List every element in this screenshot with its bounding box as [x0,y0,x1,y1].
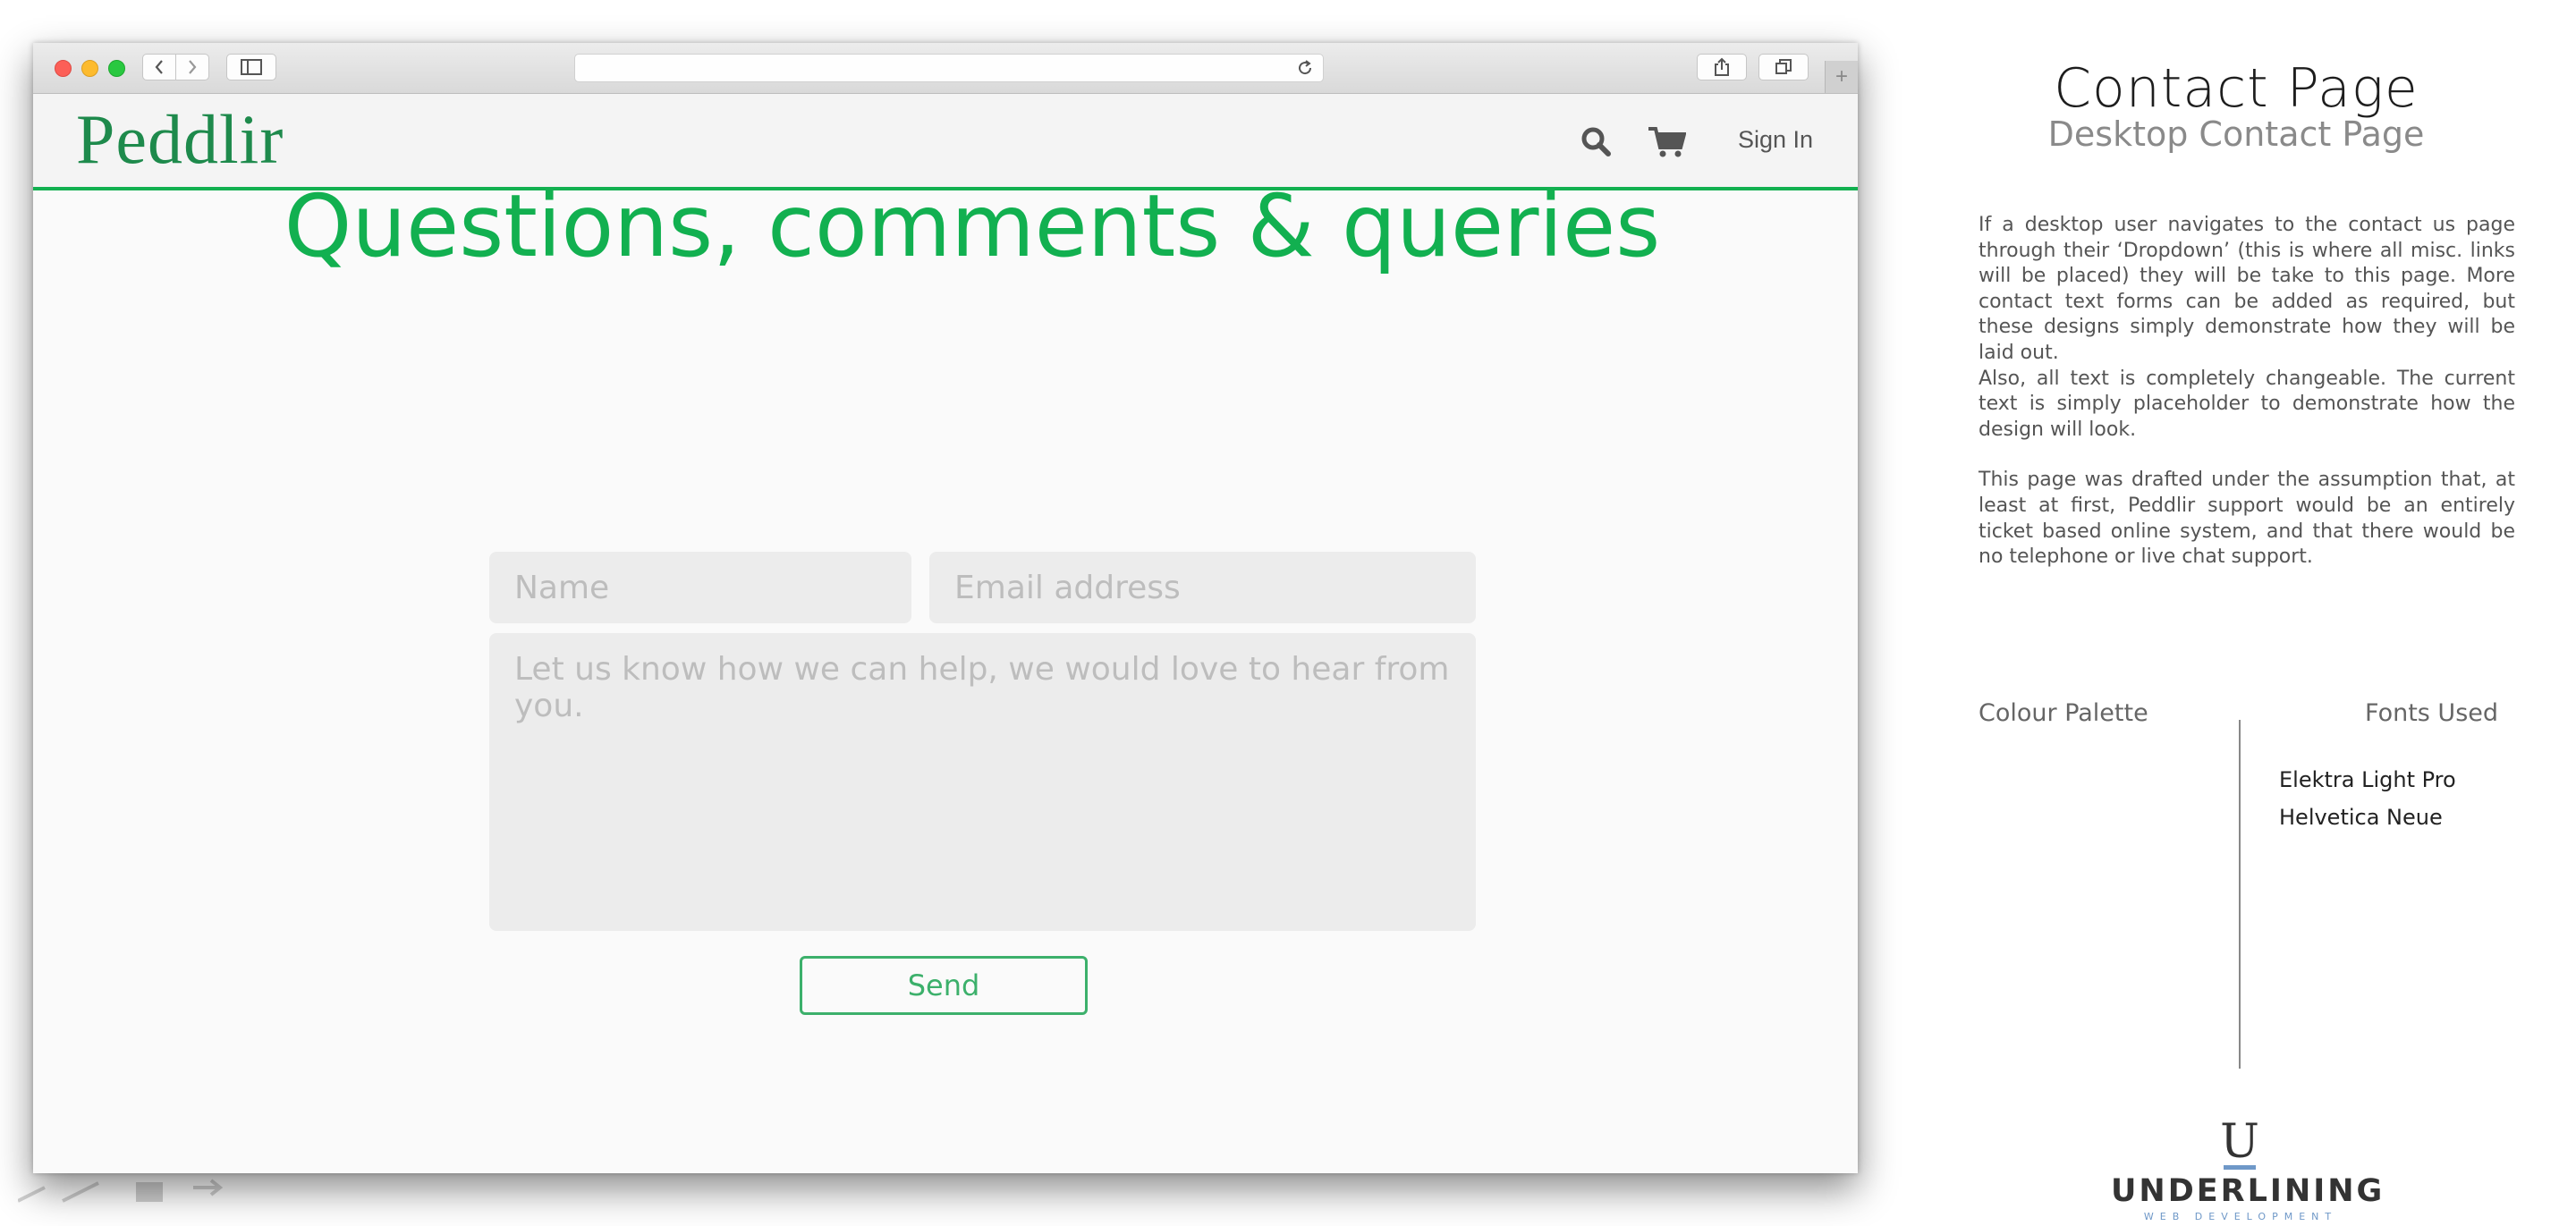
name-field[interactable] [489,552,911,623]
history-nav-group [142,54,209,80]
minimize-window-button[interactable] [81,60,98,77]
address-bar[interactable] [574,54,1324,82]
sign-in-link[interactable]: Sign In [1738,126,1813,154]
sidebar-toggle-button[interactable] [226,54,276,80]
logo-underline [2224,1165,2256,1170]
search-icon[interactable] [1580,126,1611,161]
message-field[interactable] [489,633,1476,931]
site-logo[interactable]: Peddlir [76,99,284,180]
reload-button[interactable] [1296,59,1314,81]
underlining-logo-text: UNDERLINING [2111,1173,2385,1209]
new-tab-button[interactable]: + [1825,61,1858,93]
cart-icon[interactable] [1648,126,1687,163]
colour-palette-label: Colour Palette [1979,699,2148,727]
back-button[interactable] [143,55,176,80]
show-tabs-button[interactable] [1758,54,1809,80]
notes-paragraph: This page was drafted under the assumpti… [1979,469,2515,569]
close-window-button[interactable] [55,60,72,77]
fonts-used-label: Fonts Used [2365,699,2499,727]
send-button[interactable]: Send [800,956,1088,1015]
page-headline: Questions, comments & queries [284,176,1661,276]
font-item: Elektra Light Pro [2279,767,2456,792]
email-field[interactable] [929,552,1476,623]
browser-window: + Peddlir Sign In Questions, comments & … [33,43,1858,1173]
notes-subtitle: Desktop Contact Page [2047,114,2425,154]
maximize-window-button[interactable] [108,60,125,77]
notes-title: Contact Page [2054,57,2419,120]
share-button[interactable] [1697,54,1747,80]
notes-description: If a desktop user navigates to the conta… [1979,213,2515,596]
underlining-tagline: WEB DEVELOPMENT [2143,1211,2338,1222]
notes-paragraph: Also, all text is completely changeable.… [1979,367,2515,441]
chevron-right-icon [189,60,197,74]
tabs-overview-icon [1775,59,1792,74]
chevron-left-icon [155,60,163,74]
browser-titlebar: + [33,43,1858,94]
panel-divider [2239,720,2241,1069]
forward-button[interactable] [176,55,208,80]
underlining-logo-mark: U [2220,1115,2259,1169]
reload-icon [1299,60,1312,75]
notes-paragraph: If a desktop user navigates to the conta… [1979,214,2515,364]
sidebar-icon [241,59,262,75]
font-item: Helvetica Neue [2279,805,2443,830]
ghost-toolbar [17,1179,224,1210]
share-icon [1715,57,1729,76]
toolbar-ghost-icons [17,1179,224,1203]
